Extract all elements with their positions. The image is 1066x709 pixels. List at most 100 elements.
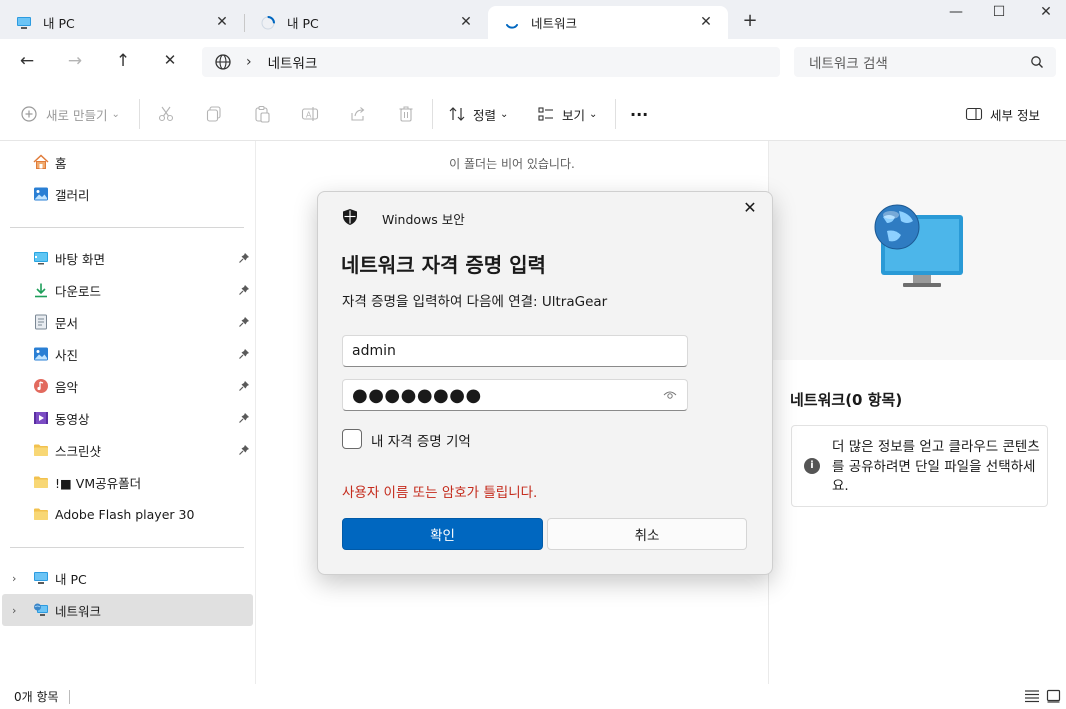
delete-button[interactable] [397,103,415,125]
address-bar[interactable]: › 네트워크 [202,47,780,77]
minimize-button[interactable]: — [941,4,971,24]
sidebar-item-my-pc[interactable]: › 내 PC [2,562,253,594]
large-icons-view-icon[interactable] [1046,689,1062,703]
remember-credentials-checkbox[interactable] [342,429,362,449]
pin-icon[interactable] [238,380,250,392]
details-pane: 네트워크(0 항목) i 더 많은 정보를 얻고 클라우드 콘텐츠를 공유하려면… [768,141,1066,684]
sidebar-divider [10,227,244,228]
tab-label: 내 PC [43,16,75,31]
chevron-right-icon[interactable]: › [12,572,16,585]
details-info-text: 더 많은 정보를 얻고 클라우드 콘텐츠를 공유하려면 단일 파일을 선택하세요… [832,439,1040,494]
sidebar-item-screenshots[interactable]: 스크린샷 [2,434,253,466]
sidebar-item-vm-shared-folder[interactable]: !■ VM공유폴더 [2,466,253,498]
sidebar-item-label: 바탕 화면 [55,251,105,267]
sidebar-item-label: !■ VM공유폴더 [55,475,142,491]
sidebar-item-adobe-flash[interactable]: Adobe Flash player 30 [2,498,253,530]
search-placeholder: 네트워크 검색 [809,56,888,72]
sidebar-item-gallery[interactable]: 갤러리 [2,178,253,210]
clipboard-icon [253,105,271,123]
chevron-right-icon[interactable]: › [246,54,252,70]
navigation-bar: ← → ↑ ✕ › 네트워크 네트워크 검색 [0,39,1066,85]
details-pane-button[interactable]: 세부 정보 [965,103,1040,125]
command-bar: 새로 만들기 ⌄ A 정렬 ⌄ 보기 ⌄ ··· 세부 정보 [0,85,1066,141]
forward-button[interactable]: → [63,51,87,73]
pin-icon[interactable] [238,412,250,424]
chevron-down-icon: ⌄ [500,108,509,120]
item-count: 0개 항목 [14,690,59,704]
stop-button[interactable]: ✕ [158,51,182,73]
details-view-icon[interactable] [1024,689,1040,703]
sidebar-item-network[interactable]: › 네트워크 [2,594,253,626]
username-value: admin [352,343,396,359]
remember-credentials-label[interactable]: 내 자격 증명 기억 [371,430,471,450]
tab-close-button[interactable]: ✕ [458,14,474,30]
sidebar-item-pictures[interactable]: 사진 [2,338,253,370]
chevron-down-icon: ⌄ [589,108,598,120]
dialog-app-name: Windows 보안 [382,212,465,227]
pin-icon[interactable] [238,284,250,296]
sidebar-item-music[interactable]: 음악 [2,370,253,402]
up-button[interactable]: ↑ [111,51,135,73]
tab-my-pc-2[interactable]: 내 PC ✕ [244,6,488,39]
network-computer-icon [874,204,963,287]
credential-dialog: Windows 보안 ✕ 네트워크 자격 증명 입력 자격 증명을 입력하여 다… [317,191,773,575]
username-field[interactable]: admin [342,335,688,367]
sidebar-item-label: 사진 [55,347,79,363]
rename-button[interactable]: A [301,103,319,125]
download-folder-icon [33,282,49,298]
sidebar-item-desktop[interactable]: 바탕 화면 [2,242,253,274]
view-list-icon [537,105,555,123]
status-bar: 0개 항목 [0,684,1066,709]
sidebar-item-downloads[interactable]: 다운로드 [2,274,253,306]
new-tab-button[interactable]: + [740,10,760,31]
scissors-icon [157,105,175,123]
more-options-button[interactable]: ··· [630,103,648,125]
pin-icon[interactable] [238,444,250,456]
trash-icon [397,105,415,123]
status-divider [69,690,70,704]
tab-network[interactable]: 네트워크 ✕ [488,6,728,39]
pin-icon[interactable] [238,252,250,264]
close-window-button[interactable]: ✕ [1031,4,1061,24]
paste-button[interactable] [253,103,271,125]
new-button[interactable]: 새로 만들기 ⌄ [20,103,120,125]
copy-button[interactable] [205,103,223,125]
pin-icon[interactable] [238,316,250,328]
tab-my-pc-1[interactable]: 내 PC ✕ [0,6,244,39]
folder-icon [33,442,49,458]
back-button[interactable]: ← [15,51,39,73]
rename-icon: A [301,105,319,123]
copy-icon [205,105,223,123]
sidebar-item-videos[interactable]: 동영상 [2,402,253,434]
reveal-password-icon[interactable] [663,389,677,401]
home-icon [33,154,49,170]
maximize-button[interactable]: ☐ [984,4,1014,24]
search-icon[interactable] [1030,55,1044,69]
sort-button[interactable]: 정렬 ⌄ [448,103,508,125]
pin-icon[interactable] [238,348,250,360]
error-message: 사용자 이름 또는 암호가 틀립니다. [342,485,538,501]
view-button[interactable]: 보기 ⌄ [537,103,597,125]
plus-circle-icon [20,105,38,123]
search-input[interactable]: 네트워크 검색 [794,47,1056,77]
details-preview-area [769,141,1066,360]
cut-button[interactable] [157,103,175,125]
ok-button[interactable]: 확인 [342,518,543,550]
share-button[interactable] [349,103,367,125]
cancel-button[interactable]: 취소 [547,518,747,550]
tab-close-button[interactable]: ✕ [214,14,230,30]
sidebar-item-label: 네트워크 [55,603,102,619]
empty-folder-message: 이 폴더는 비어 있습니다. [449,157,575,171]
folder-icon [33,474,49,490]
sidebar-item-label: 갤러리 [55,187,90,203]
password-field[interactable]: ●●●●●●●● [342,379,688,411]
sort-button-label: 정렬 [473,107,497,123]
chevron-right-icon[interactable]: › [12,604,16,617]
breadcrumb[interactable]: 네트워크 [268,52,318,72]
network-icon [33,602,49,618]
sidebar-item-label: 문서 [55,315,79,331]
sidebar-item-home[interactable]: 홈 [2,146,253,178]
tab-close-button[interactable]: ✕ [698,14,714,30]
sidebar-item-documents[interactable]: 문서 [2,306,253,338]
dialog-close-button[interactable]: ✕ [742,200,758,216]
